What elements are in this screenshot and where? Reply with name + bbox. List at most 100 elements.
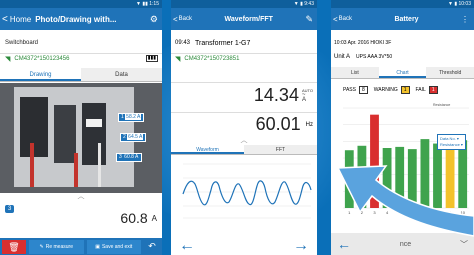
page-title: Battery	[394, 15, 419, 23]
chart-bar[interactable]	[344, 150, 354, 208]
phone-waveform: ▼ ▮ 9:43 < Back Waveform/FFT ✎ 09:43 Tra…	[171, 0, 317, 255]
pass-label: PASS	[343, 87, 356, 93]
bottom-label: nce	[399, 240, 412, 248]
chart-bar[interactable]	[420, 139, 430, 208]
back-arrow-icon[interactable]: <	[171, 15, 178, 24]
reading-value: 60.8	[120, 210, 148, 226]
phone-photo-drawing: ▼ ▮▮ 1:15 < Home Photo/Drawing with... ⚙…	[0, 0, 162, 255]
back-arrow-icon[interactable]: <	[331, 15, 338, 24]
previous-arrow[interactable]: ←	[337, 236, 351, 252]
chart-legend-title: Resistance	[433, 103, 450, 107]
save-exit-button[interactable]: ▣ Save and exit	[86, 239, 141, 254]
datetime: 10:03 Apr. 2016 HIOKI 3F	[334, 40, 392, 46]
frequency-unit: Hz	[305, 121, 313, 128]
menu-icon[interactable]: ⋮	[461, 15, 474, 24]
x-tick-label: 10	[460, 210, 465, 215]
battery-icon: ▮▮▮	[145, 55, 158, 62]
warning-label: WARNING	[373, 87, 398, 93]
current-unit: AUTO ~ A	[299, 88, 313, 103]
collapse-handle[interactable]: ︿	[171, 137, 317, 145]
phone-battery: ▼ ▮ 10:03 < Back Battery ⋮ 10:03 Apr. 20…	[331, 0, 474, 255]
tab-bar: Drawing Data	[0, 68, 162, 82]
chart-background	[171, 156, 317, 226]
bottom-toolbar: 🗑 ✎ Re measure ▣ Save and exit ↶	[0, 238, 162, 255]
x-tick-label: 6	[411, 210, 414, 215]
photo-wire-red	[74, 153, 78, 187]
pencil-icon: ✎	[39, 243, 44, 250]
next-arrow[interactable]: →	[293, 237, 309, 255]
switchboard-photo: 1 58.2 A 2 64.5 A 3 60.8 A	[0, 83, 162, 193]
timestamp: 09:43	[175, 40, 191, 46]
tab-data[interactable]: Data	[81, 68, 162, 81]
save-icon: ▣	[95, 243, 100, 250]
battery-bar-chart: Resistance 1 2 3 4 5 6 7 8 9 10	[343, 103, 469, 215]
status-bar: ▼ ▮ 10:03	[331, 0, 474, 8]
tab-chart[interactable]: Chart	[378, 67, 427, 78]
tab-fft[interactable]: FFT	[244, 145, 317, 154]
pencil-icon[interactable]: ✎	[305, 14, 317, 25]
header-bar: < Back Waveform/FFT ✎	[171, 8, 317, 30]
bottom-nav: ← nce ﹀	[331, 233, 474, 255]
selected-marker-badge: 3	[5, 205, 15, 213]
photo-wire-red	[30, 143, 34, 187]
x-tick-label: 3	[373, 210, 376, 215]
undo-icon[interactable]: ↶	[144, 241, 160, 252]
measurement-name: Transformer 1-G7	[195, 39, 251, 47]
page-title: Waveform/FFT	[224, 15, 273, 23]
back-arrow-icon[interactable]: <	[0, 14, 8, 25]
chart-bar[interactable]	[370, 114, 379, 208]
warning-count: 1	[400, 86, 410, 94]
chart-bar[interactable]	[433, 143, 442, 208]
chart-bar[interactable]	[458, 140, 468, 208]
x-tick-label: 8	[436, 210, 439, 215]
photo-breaker	[20, 97, 48, 157]
frequency-value: 60.01	[255, 114, 301, 134]
back-button[interactable]: Home	[8, 15, 31, 24]
bottom-nav: ← →	[171, 237, 317, 255]
gear-icon[interactable]: ⚙	[150, 14, 162, 25]
save-exit-label: Save and exit	[101, 243, 133, 250]
header-bar: < Home Photo/Drawing with... ⚙	[0, 8, 162, 30]
marker-2[interactable]: 2 64.5 A	[120, 133, 147, 142]
chart-bar[interactable]	[395, 146, 405, 208]
tab-drawing[interactable]: Drawing	[0, 68, 81, 81]
fail-count: 1	[428, 86, 438, 94]
chevron-down-icon[interactable]: ﹀	[460, 239, 468, 250]
x-tick-label: 4	[386, 210, 389, 215]
x-tick-label: 1	[348, 210, 351, 215]
marker-3[interactable]: 3 60.8 A	[116, 153, 143, 162]
reading-unit: A	[151, 213, 157, 223]
section-title: Switchboard	[5, 40, 39, 46]
chart-bar[interactable]	[357, 145, 367, 208]
x-tick-label: 9	[449, 210, 452, 215]
back-button[interactable]: Back	[178, 16, 192, 22]
header-bar: < Back Battery ⋮	[331, 8, 474, 30]
legend-resistance[interactable]: Resistance ▾	[440, 142, 463, 148]
chart-bar[interactable]	[382, 148, 392, 208]
marker-value: 58.2 A	[125, 114, 142, 120]
chart-bar[interactable]	[407, 149, 417, 208]
remeasure-button[interactable]: ✎ Re measure	[29, 239, 84, 254]
marker-number: 1	[121, 114, 124, 120]
x-tick-label: 2	[361, 210, 364, 215]
waveform-chart	[171, 156, 317, 226]
device-id: CM4372*150123456	[14, 55, 70, 62]
tab-waveform[interactable]: Waveform	[171, 145, 244, 154]
previous-arrow[interactable]: ←	[179, 237, 195, 255]
chart-legend[interactable]: Data No. ▾ Resistance ▾	[437, 134, 466, 150]
marker-value: 64.5 A	[127, 134, 144, 140]
device-id: CM4372*150723851	[184, 55, 240, 62]
marker-1[interactable]: 1 58.2 A	[118, 113, 145, 122]
trash-icon[interactable]: 🗑	[2, 239, 26, 254]
pass-count: 8	[358, 86, 368, 94]
status-bar: ▼ ▮▮ 1:15	[0, 0, 162, 8]
tab-list[interactable]: List	[331, 67, 379, 78]
collapse-handle[interactable]: ︿	[0, 193, 162, 201]
x-tick-label: 5	[399, 210, 402, 215]
page-title: Photo/Drawing with...	[35, 14, 117, 24]
status-bar: ▼ ▮ 9:43	[171, 0, 317, 8]
current-value: 14.34	[253, 85, 299, 105]
tab-threshold[interactable]: Threshold	[426, 67, 474, 78]
back-button[interactable]: Back	[338, 16, 352, 22]
marker-value: 60.8 A	[123, 154, 140, 160]
